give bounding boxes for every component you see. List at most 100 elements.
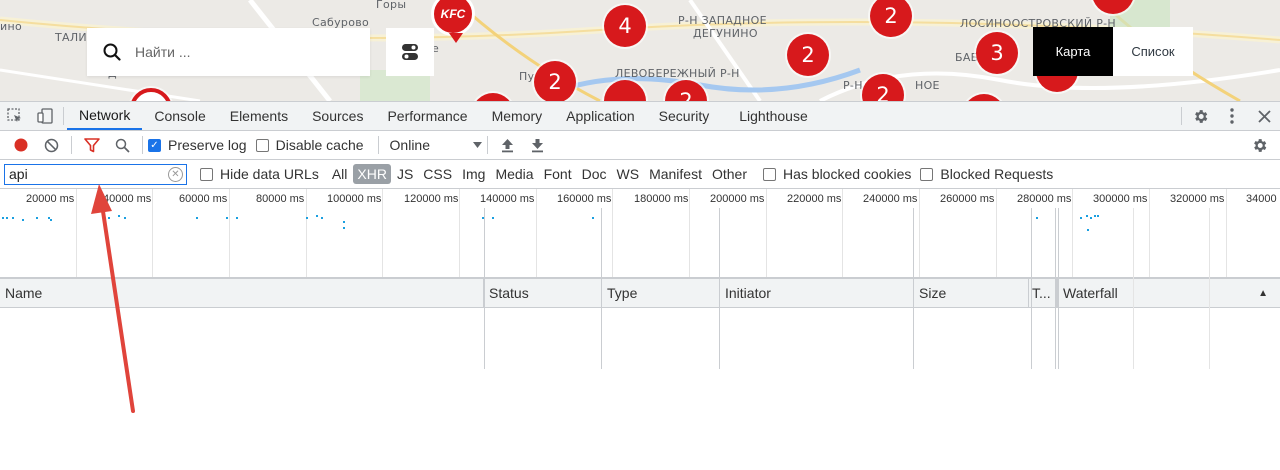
devtools-window-controls (1179, 102, 1280, 130)
close-icon (1257, 109, 1271, 123)
divider (377, 136, 379, 154)
hide-data-urls-label: Hide data URLs (220, 166, 319, 182)
timeline-tick-label: 60000 ms (179, 193, 228, 205)
search-icon (103, 43, 121, 61)
export-har-button[interactable] (523, 133, 553, 157)
record-button[interactable] (6, 133, 36, 157)
clear-button[interactable] (36, 133, 66, 157)
requests-table-body (0, 208, 1280, 369)
column-divider (1058, 208, 1059, 369)
map-cluster-marker[interactable]: 4 (604, 5, 646, 47)
device-icon (37, 108, 53, 124)
map-label: Р-Н ЗАПАДНОЕ (678, 14, 767, 27)
upload-icon (502, 138, 514, 152)
tab-performance[interactable]: Performance (375, 102, 479, 130)
blocked-requests-label: Blocked Requests (940, 166, 1054, 182)
column-divider (1055, 208, 1056, 369)
import-har-button[interactable] (493, 133, 523, 157)
filter-type-doc[interactable]: Doc (578, 166, 611, 182)
tab-lighthouse[interactable]: Lighthouse (721, 102, 820, 130)
timeline-tick-label: 320000 ms (1170, 193, 1225, 205)
map-label: НОЕ (915, 79, 940, 92)
map-filter-button[interactable] (386, 28, 434, 76)
disable-cache-checkbox[interactable]: Disable cache (255, 137, 364, 153)
search-placeholder: Найти ... (135, 44, 191, 60)
waterfall-gridline (1133, 208, 1134, 369)
search-icon (115, 138, 130, 153)
checkbox-checked[interactable]: ✓ (148, 138, 161, 152)
map-view[interactable]: ино ТАЛИ Сабурово Д Пу ое Р-Н ЗАПАДНОЕ Д… (0, 0, 1280, 101)
filter-type-xhr[interactable]: XHR (353, 164, 391, 184)
tab-sources[interactable]: Sources (300, 102, 375, 130)
tab-security[interactable]: Security (647, 102, 722, 130)
map-label: Горы (376, 0, 407, 11)
tab-console[interactable]: Console (142, 102, 217, 130)
map-search-input[interactable]: Найти ... (87, 28, 370, 76)
column-divider (1031, 208, 1032, 369)
filter-type-other[interactable]: Other (708, 166, 751, 182)
checkbox-unchecked[interactable] (255, 138, 269, 152)
inspect-element-button[interactable] (0, 102, 30, 130)
map-label: ТАЛИ (55, 31, 87, 44)
hide-data-urls-checkbox[interactable]: Hide data URLs (200, 166, 319, 182)
timeline-tick-label: 34000 (1246, 193, 1277, 205)
throttling-select[interactable]: Online (390, 137, 482, 153)
column-divider (719, 208, 720, 369)
filter-icon (84, 137, 100, 152)
timeline-tick-label: 200000 ms (710, 193, 765, 205)
map-label: ДЕГУНИНО (693, 27, 758, 40)
map-view-button[interactable]: Карта (1033, 27, 1113, 76)
map-label: ЛЕВОБЕРЕЖНЫЙ Р-Н (615, 67, 740, 80)
filter-toggle-button[interactable] (77, 133, 107, 157)
tab-application[interactable]: Application (554, 102, 647, 130)
close-devtools-button[interactable] (1248, 102, 1280, 130)
timeline-tick-label: 180000 ms (634, 193, 689, 205)
tab-memory[interactable]: Memory (480, 102, 555, 130)
timeline-tick-label: 140000 ms (480, 193, 535, 205)
device-toolbar-button[interactable] (30, 102, 60, 130)
preserve-log-checkbox[interactable]: ✓ Preserve log (148, 137, 247, 153)
timeline-tick-label: 300000 ms (1093, 193, 1148, 205)
list-view-button[interactable]: Список (1113, 27, 1193, 76)
filter-type-media[interactable]: Media (491, 166, 537, 182)
network-settings-button[interactable] (1244, 133, 1274, 157)
map-cluster-marker[interactable]: 2 (787, 34, 829, 76)
filter-type-css[interactable]: CSS (419, 166, 456, 182)
more-options-button[interactable] (1216, 102, 1248, 130)
view-toggle: Карта Список (1033, 27, 1193, 76)
filter-type-ws[interactable]: WS (613, 166, 644, 182)
divider (63, 107, 64, 125)
tab-elements[interactable]: Elements (218, 102, 300, 130)
filter-type-img[interactable]: Img (458, 166, 489, 182)
tab-network[interactable]: Network (67, 102, 143, 130)
has-blocked-cookies-checkbox[interactable]: Has blocked cookies (763, 166, 911, 182)
divider (1181, 107, 1182, 125)
column-divider (601, 208, 602, 369)
network-toolbar: ✓ Preserve log Disable cache Online (0, 131, 1280, 160)
clear-icon (44, 138, 58, 152)
has-blocked-cookies-label: Has blocked cookies (783, 166, 912, 182)
devtools-tabbar: Network Console Elements Sources Perform… (0, 102, 1280, 131)
filter-type-js[interactable]: JS (393, 166, 417, 182)
timeline-tick-label: 160000 ms (557, 193, 612, 205)
column-divider (484, 208, 485, 369)
search-button[interactable] (107, 133, 137, 157)
inspect-icon (7, 108, 21, 122)
clear-filter-icon[interactable]: ✕ (168, 166, 183, 182)
filter-type-font[interactable]: Font (540, 166, 576, 182)
checkbox-unchecked[interactable] (200, 167, 213, 181)
filter-type-manifest[interactable]: Manifest (645, 166, 706, 182)
checkbox-unchecked[interactable] (920, 167, 934, 181)
divider (71, 136, 72, 154)
blocked-requests-checkbox[interactable]: Blocked Requests (920, 166, 1053, 182)
settings-button[interactable] (1184, 102, 1216, 130)
checkbox-unchecked[interactable] (763, 167, 776, 181)
filter-input[interactable]: api ✕ (4, 163, 187, 185)
map-cluster-marker[interactable]: 2 (534, 61, 576, 101)
filter-type-all[interactable]: All (328, 166, 352, 182)
map-label: ино (0, 20, 22, 33)
divider (142, 136, 143, 154)
timeline-tick-label: 80000 ms (256, 193, 305, 205)
network-settings-area (1244, 133, 1274, 157)
map-cluster-marker[interactable]: 3 (976, 32, 1018, 74)
